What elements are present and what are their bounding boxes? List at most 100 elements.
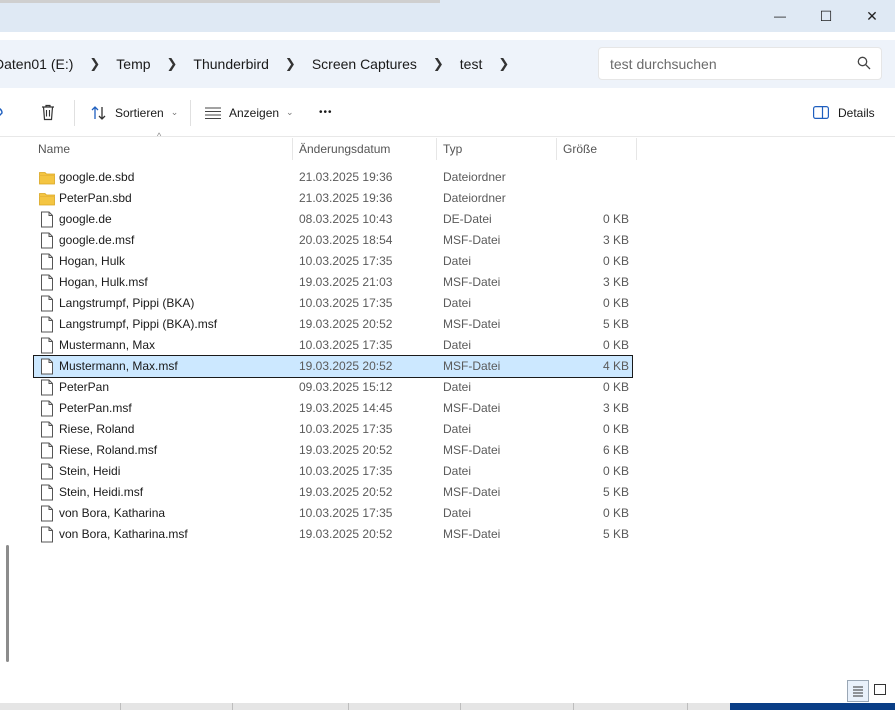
file-date: 21.03.2025 19:36: [299, 170, 393, 184]
breadcrumb-temp[interactable]: Temp: [116, 56, 150, 72]
file-date: 09.03.2025 15:12: [299, 380, 393, 394]
file-type: MSF-Datei: [443, 527, 501, 541]
file-icon: [41, 442, 53, 459]
file-row[interactable]: Mustermann, Max 10.03.2025 17:35 Datei 0 KB: [34, 335, 632, 356]
close-icon: ✕: [866, 7, 878, 24]
file-row[interactable]: von Bora, Katharina.msf 19.03.2025 20:52 M…: [34, 524, 632, 545]
file-icon: [41, 274, 53, 291]
breadcrumb-screen-captures[interactable]: Screen Captures: [312, 56, 417, 72]
breadcrumb-thunderbird[interactable]: Thunderbird: [193, 56, 269, 72]
column-divider[interactable]: [556, 138, 557, 160]
file-row[interactable]: Stein, Heidi 10.03.2025 17:35 Datei 0 KB: [34, 461, 632, 482]
details-button[interactable]: Details: [813, 89, 875, 136]
column-divider[interactable]: [636, 138, 637, 160]
details-label: Details: [838, 105, 875, 120]
file-row[interactable]: google.de 08.03.2025 10:43 DE-Datei 0 KB: [34, 209, 632, 230]
file-name: Langstrumpf, Pippi (BKA): [59, 296, 195, 310]
file-date: 10.03.2025 17:35: [299, 464, 393, 478]
file-date: 10.03.2025 17:35: [299, 254, 393, 268]
file-name: google.de: [59, 212, 112, 226]
file-size: 5 KB: [602, 317, 629, 331]
more-options-button[interactable]: •••: [319, 89, 333, 136]
taskbar-divider: [573, 703, 574, 710]
column-header-date[interactable]: Änderungsdatum: [299, 142, 390, 166]
file-size: 5 KB: [602, 527, 629, 541]
breadcrumb[interactable]: Daten01 (E:) ❯ Temp ❯ Thunderbird ❯ Scre…: [0, 40, 525, 88]
file-row[interactable]: Langstrumpf, Pippi (BKA).msf 19.03.2025 2…: [34, 314, 632, 335]
file-size: 0 KB: [602, 254, 629, 268]
sort-button[interactable]: Sortieren ⌄: [91, 89, 178, 136]
chevron-right-icon[interactable]: ❯: [433, 56, 444, 72]
file-date: 08.03.2025 10:43: [299, 212, 393, 226]
file-date: 19.03.2025 14:45: [299, 401, 393, 415]
file-icon: [41, 463, 53, 480]
file-name: Hogan, Hulk.msf: [59, 275, 148, 289]
delete-button[interactable]: [40, 89, 56, 136]
file-icon: [41, 232, 53, 249]
chevron-right-icon[interactable]: ❯: [89, 56, 100, 72]
taskbar-active: [730, 703, 895, 710]
file-name: PeterPan.sbd: [59, 191, 132, 205]
tiles-view-button[interactable]: [870, 680, 892, 702]
file-name: google.de.msf: [59, 233, 135, 247]
file-row[interactable]: Mustermann, Max.msf 19.03.2025 20:52 MSF-D…: [33, 355, 633, 378]
file-row[interactable]: Stein, Heidi.msf 19.03.2025 20:52 MSF-Date…: [34, 482, 632, 503]
file-icon: [41, 421, 53, 438]
column-header-type[interactable]: Typ: [443, 142, 462, 166]
details-view-icon: [853, 686, 863, 697]
breadcrumb-test[interactable]: test: [460, 56, 483, 72]
file-date: 20.03.2025 18:54: [299, 233, 393, 247]
share-button[interactable]: [0, 89, 8, 136]
chevron-down-icon: ⌄: [286, 107, 294, 117]
file-name: Stein, Heidi: [59, 464, 121, 478]
search-icon[interactable]: [857, 56, 871, 70]
search-input[interactable]: test durchsuchen: [598, 47, 882, 80]
file-row[interactable]: von Bora, Katharina 10.03.2025 17:35 Datei…: [34, 503, 632, 524]
file-date: 19.03.2025 20:52: [299, 359, 393, 373]
file-name: Mustermann, Max: [59, 338, 156, 352]
file-row[interactable]: google.de.msf 20.03.2025 18:54 MSF-Datei 3 …: [34, 230, 632, 251]
maximize-button[interactable]: ☐: [803, 0, 849, 32]
details-view-button[interactable]: [847, 680, 869, 702]
view-button[interactable]: Anzeigen ⌄: [205, 89, 294, 136]
chevron-right-icon[interactable]: ❯: [498, 56, 509, 72]
chevron-right-icon[interactable]: ❯: [167, 56, 178, 72]
column-header-name[interactable]: Name: [38, 142, 70, 166]
file-row[interactable]: PeterPan 09.03.2025 15:12 Datei 0 KB: [34, 377, 632, 398]
chevron-right-icon[interactable]: ❯: [285, 56, 296, 72]
title-bar-strip: [0, 0, 440, 3]
column-header-size[interactable]: Größe: [563, 142, 597, 166]
file-row[interactable]: Hogan, Hulk.msf 19.03.2025 21:03 MSF-Datei…: [34, 272, 632, 293]
column-divider[interactable]: [436, 138, 437, 160]
scrollbar-thumb[interactable]: [6, 545, 9, 662]
file-date: 19.03.2025 20:52: [299, 443, 393, 457]
file-row[interactable]: Hogan, Hulk 10.03.2025 17:35 Datei 0 KB: [34, 251, 632, 272]
file-icon: [41, 505, 53, 522]
taskbar-strip: [0, 703, 895, 710]
file-name: Stein, Heidi.msf: [59, 485, 144, 499]
file-type: MSF-Datei: [443, 275, 501, 289]
file-row[interactable]: Langstrumpf, Pippi (BKA) 10.03.2025 17:35…: [34, 293, 632, 314]
chevron-down-icon: ⌄: [170, 107, 179, 117]
file-row[interactable]: PeterPan.msf 19.03.2025 14:45 MSF-Datei 3 K…: [34, 398, 632, 419]
file-date: 10.03.2025 17:35: [299, 422, 393, 436]
file-icon: [41, 484, 53, 501]
close-button[interactable]: ✕: [849, 0, 895, 32]
file-type: Datei: [443, 380, 472, 394]
column-divider[interactable]: [292, 138, 293, 160]
file-row[interactable]: PeterPan.sbd 21.03.2025 19:36 Dateiordner: [34, 188, 632, 209]
file-type: MSF-Datei: [443, 401, 501, 415]
file-icon: [41, 295, 53, 312]
file-size: 4 KB: [602, 359, 629, 373]
taskbar-divider: [232, 703, 233, 710]
file-row[interactable]: google.de.sbd 21.03.2025 19:36 Dateiordner: [34, 167, 632, 188]
file-row[interactable]: Riese, Roland.msf 19.03.2025 20:52 MSF-Dat…: [34, 440, 632, 461]
minimize-button[interactable]: —: [757, 0, 803, 32]
folder-icon: [39, 172, 55, 185]
file-name: google.de.sbd: [59, 170, 135, 184]
file-size: 0 KB: [602, 506, 629, 520]
file-type: MSF-Datei: [443, 233, 501, 247]
breadcrumb-drive[interactable]: Daten01 (E:): [0, 56, 73, 72]
file-row[interactable]: Riese, Roland 10.03.2025 17:35 Datei 0 KB: [34, 419, 632, 440]
tiles-view-icon: [874, 684, 886, 695]
